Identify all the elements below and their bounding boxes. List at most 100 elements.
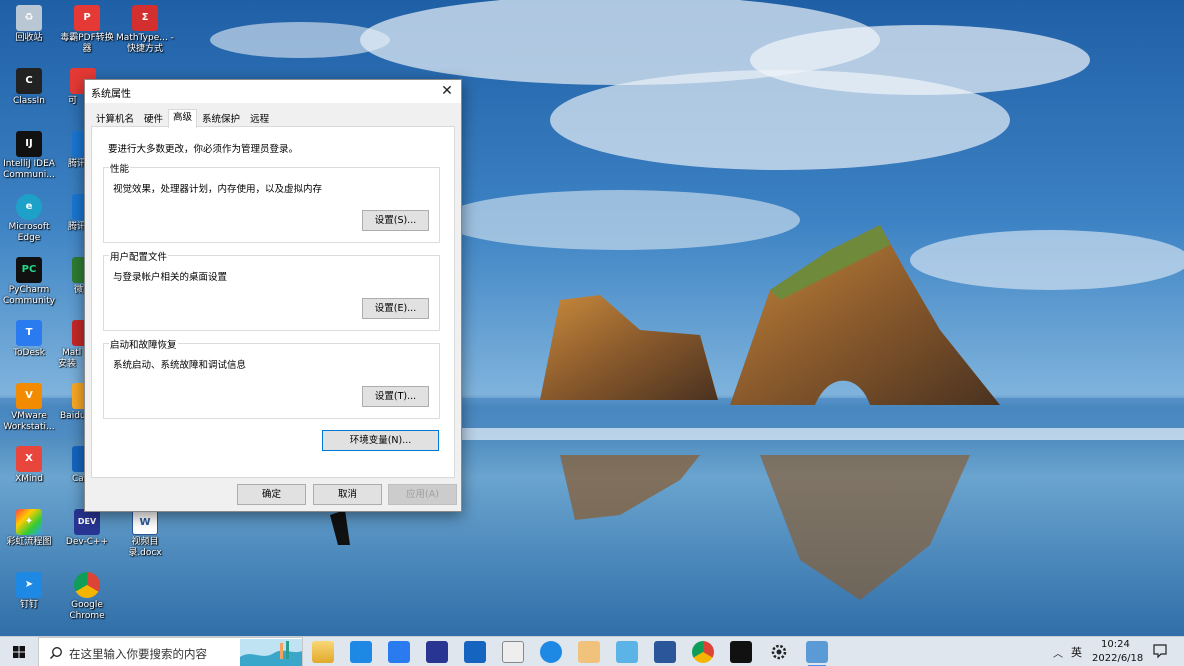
mathtype-icon: Σ [132,5,158,31]
taskbar-search-box[interactable]: 在这里输入你要搜索的内容 [38,637,303,666]
advanced-tab-panel: 要进行大多数更改，你必须作为管理员登录。 性能 视觉效果，处理器计划，内存使用，… [91,126,455,478]
desktop-icon-mathtype[interactable]: Σ MathType... - 快捷方式 [116,5,174,55]
windows-start-icon[interactable] [0,637,38,666]
notification-center-icon[interactable] [1152,643,1168,659]
startup-recovery-group-title: 启动和故障恢复 [109,337,178,351]
tray-chevron-icon[interactable]: ︿ [1053,645,1063,660]
pdf-icon: P [74,5,100,31]
classin-icon: C [16,68,42,94]
todesk-icon: T [16,320,42,346]
desktop-icon-chrome[interactable]: Google Chrome [58,572,116,622]
dialog-titlebar[interactable]: 系统属性 ✕ [85,80,461,103]
search-placeholder: 在这里输入你要搜索的内容 [69,647,207,661]
desktop-icon-label: Microsoft Edge [8,222,50,243]
cancel-button[interactable]: 取消 [313,484,382,505]
desktop-icon-label: ToDesk [13,348,45,358]
xmind-icon: X [16,446,42,472]
desktop-icon-devcpp[interactable]: DEV Dev-C++ [58,509,116,548]
startup-recovery-settings-button[interactable]: 设置(T)... [362,386,429,407]
desktop-icon-video-docx[interactable]: W 视频目录.docx [116,509,174,559]
desktop-icon-label: Matl 安装 [58,348,82,369]
user-profiles-desc: 与登录帐户相关的桌面设置 [113,272,228,283]
performance-group: 性能 视觉效果，处理器计划，内存使用，以及虚拟内存 设置(S)... [103,161,440,243]
taskbar-terminal-icon[interactable] [730,641,752,663]
pycharm-icon: PC [16,257,42,283]
startup-recovery-group: 启动和故障恢复 系统启动、系统故障和调试信息 设置(T)... [103,337,440,419]
desktop-icon-label: ClassIn [12,96,46,106]
tab-advanced[interactable]: 高级 [168,109,198,128]
performance-settings-button[interactable]: 设置(S)... [362,210,429,231]
search-highlight-illustration-icon [240,639,302,666]
taskbar-word-icon[interactable] [654,641,676,663]
desktop-icon-label: 毒霸PDF转换器 [60,33,114,54]
desktop-icon-rainbow-flowchart[interactable]: ✦ 彩虹流程图 [0,509,58,548]
ime-indicator[interactable]: 英 [1071,644,1082,660]
dialog-title: 系统属性 [91,89,131,100]
vmware-icon: V [16,383,42,409]
desktop-icon-label: 可 [68,96,78,106]
performance-group-title: 性能 [109,161,131,175]
desktop-icon-label: MathType... - 快捷方式 [116,33,174,54]
desktop-icon-todesk[interactable]: T ToDesk [0,320,58,359]
tab-strip: 计算机名 硬件 高级 系统保护 远程 [91,109,274,128]
desktop-icon-classin[interactable]: C ClassIn [0,68,58,107]
desktop-icon-label: 微 [74,285,84,295]
desktop-icon-label: VMware Workstati... [3,411,55,432]
desktop-icon-label: 视频目录.docx [128,537,162,558]
taskbar-app-icon[interactable] [616,641,638,663]
taskbar: 在这里输入你要搜索的内容 ︿ 英 10:24 2022/6/18 [0,636,1184,666]
word-document-icon: W [132,509,158,535]
user-profiles-group-title: 用户配置文件 [109,249,169,263]
desktop-icon-edge[interactable]: e Microsoft Edge [0,194,58,244]
taskbar-system-properties-icon[interactable] [806,641,828,666]
desktop-icon-intellij[interactable]: IJ IntelliJ IDEA Communi... [0,131,58,181]
taskbar-settings-gear-icon[interactable] [768,641,790,663]
desktop-icon-label: 腾讯 [68,159,87,169]
system-properties-dialog: 系统属性 ✕ 计算机名 硬件 高级 系统保护 远程 要进行大多数更改，你必须作为… [84,79,462,512]
taskbar-dingtalk-icon[interactable] [350,641,372,663]
environment-variables-button[interactable]: 环境变量(N)... [322,430,439,451]
desktop-icon-label: 钉钉 [19,600,38,610]
desktop-icon-label: 腾讯 [68,222,87,232]
devcpp-icon: DEV [74,509,100,535]
desktop-icon-label: Baidu [60,411,86,421]
user-profiles-group: 用户配置文件 与登录帐户相关的桌面设置 设置(E)... [103,249,440,331]
desktop-icon-label: Google Chrome [69,600,105,621]
close-icon[interactable]: ✕ [433,80,461,103]
desktop-icon-pdf-converter[interactable]: P 毒霸PDF转换器 [58,5,116,55]
gear-icon [771,644,787,660]
desktop-icon-label: PyCharm Community [2,285,56,306]
desktop-icon-pycharm[interactable]: PC PyCharm Community [0,257,58,307]
edge-icon: e [16,194,42,220]
taskbar-app-icon[interactable] [502,641,524,663]
startup-recovery-desc: 系统启动、系统故障和调试信息 [113,360,247,371]
taskbar-chrome-icon[interactable] [692,641,714,663]
desktop-icon-xmind[interactable]: X XMind [0,446,58,485]
clock-time[interactable]: 10:24 [1101,639,1130,650]
taskbar-devcpp-icon[interactable] [426,641,448,663]
intellij-icon: IJ [16,131,42,157]
taskbar-app-icon[interactable] [464,641,486,663]
taskbar-app-icon[interactable] [388,641,410,663]
desktop-icon-recycle-bin[interactable]: ♻ 回收站 [0,5,58,44]
clock-date[interactable]: 2022/6/18 [1092,653,1143,664]
desktop-icon-label: Dev-C++ [65,537,109,547]
apply-button[interactable]: 应用(A) [388,484,457,505]
taskbar-paint-icon[interactable] [578,641,600,663]
desktop-icon-label: Ca [72,474,84,484]
desktop-icon-dingtalk[interactable]: ➤ 钉钉 [0,572,58,611]
taskbar-app-icon[interactable] [540,641,562,663]
dingtalk-icon: ➤ [16,572,42,598]
desktop-icon-label: XMind [15,474,43,484]
chrome-icon [74,572,100,598]
ok-button[interactable]: 确定 [237,484,306,505]
desktop-icon-vmware[interactable]: V VMware Workstati... [0,383,58,433]
flowchart-icon: ✦ [16,509,42,535]
performance-desc: 视觉效果，处理器计划，内存使用，以及虚拟内存 [113,184,323,195]
recycle-bin-icon: ♻ [16,5,42,31]
search-icon [50,647,62,659]
taskbar-file-explorer-icon[interactable] [312,641,334,663]
desktop-icon-label: 回收站 [15,33,43,43]
desktop-icon-label: IntelliJ IDEA Communi... [3,159,55,180]
user-profiles-settings-button[interactable]: 设置(E)... [362,298,429,319]
